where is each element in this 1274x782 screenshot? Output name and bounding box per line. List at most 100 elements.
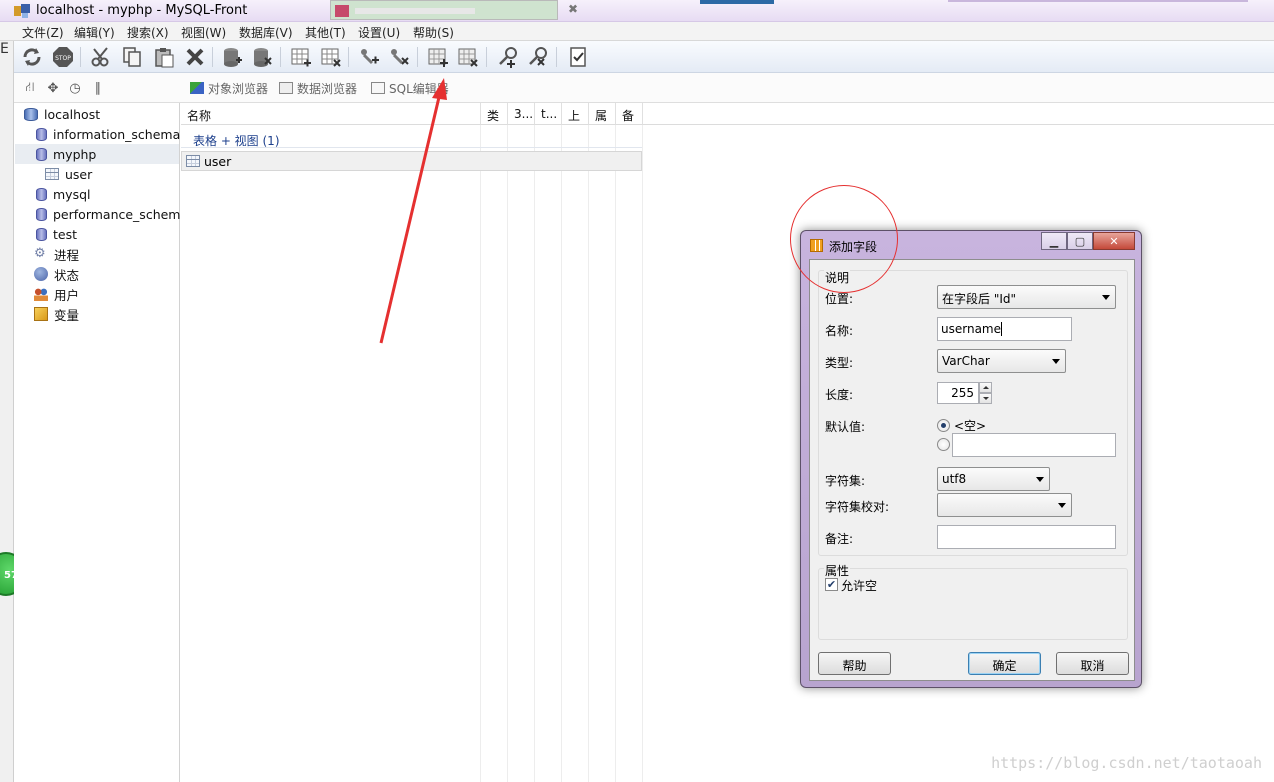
history-icon[interactable]: ◷ (67, 80, 83, 96)
globe-icon (34, 267, 48, 281)
default-value-input[interactable] (952, 433, 1116, 457)
minimize-icon[interactable]: ▁ (1041, 232, 1067, 250)
thumbnail-strip (700, 0, 774, 4)
menu-settings[interactable]: 设置(U) (358, 24, 400, 41)
name-input[interactable]: username (937, 317, 1072, 341)
taskbar-tab-blurred[interactable] (330, 0, 558, 20)
tree-item-users[interactable]: 用户 (34, 284, 79, 304)
spin-up-icon[interactable] (979, 382, 992, 393)
drop-database-icon[interactable] (250, 45, 274, 69)
drop-key-icon[interactable] (526, 45, 550, 69)
list-row-user[interactable]: user (181, 151, 642, 171)
tree-item-label: performance_schema (53, 206, 189, 222)
column-header-type[interactable]: 类 (481, 103, 508, 125)
tree-item-test[interactable]: test (36, 224, 77, 244)
tree-item-processes[interactable]: ⚙ 进程 (34, 244, 79, 264)
menu-bar: 文件(Z) 编辑(Y) 搜索(X) 视图(W) 数据库(V) 其他(T) 设置(… (0, 22, 1274, 41)
delete-icon[interactable] (183, 45, 207, 69)
database-icon (36, 227, 47, 241)
copy-icon[interactable] (120, 45, 144, 69)
tree-item-label: 进程 (54, 247, 80, 263)
help-button[interactable]: 帮助 (818, 652, 891, 675)
column-header-updated[interactable]: 上 (562, 103, 589, 125)
table-icon (186, 155, 200, 167)
menu-other[interactable]: 其他(T) (305, 24, 346, 41)
database-search-icon (36, 207, 47, 221)
tree-item-mysql[interactable]: mysql (36, 184, 91, 204)
ok-button[interactable]: 确定 (968, 652, 1041, 675)
drop-user-icon[interactable] (387, 45, 411, 69)
maximize-icon[interactable]: ▢ (1067, 232, 1093, 250)
allow-null-label: 允许空 (841, 579, 878, 593)
chevron-down-icon (1052, 359, 1060, 364)
column-header-records[interactable]: 3... (508, 103, 535, 125)
menu-file[interactable]: 文件(Z) (22, 24, 64, 41)
position-dropdown[interactable]: 在字段后 "Id" (937, 285, 1116, 309)
data-browser-icon (279, 82, 293, 94)
tree-item-variables[interactable]: 变量 (34, 304, 79, 324)
default-empty-radio[interactable] (937, 419, 950, 432)
tree-item-user-table[interactable]: user (45, 164, 92, 184)
default-custom-radio[interactable] (937, 438, 950, 451)
stop-icon[interactable]: STOP (51, 45, 75, 69)
name-label: 名称: (825, 324, 854, 338)
tree-server-label: localhost (44, 106, 101, 122)
column-header-name[interactable]: 名称 (181, 103, 481, 125)
type-dropdown[interactable]: VarChar (937, 349, 1066, 373)
length-value[interactable]: 255 (937, 382, 979, 404)
add-user-icon[interactable] (357, 45, 381, 69)
chevron-down-icon (1102, 295, 1110, 300)
window-title: localhost - myphp - MySQL-Front (36, 3, 248, 18)
length-stepper[interactable]: 255 (937, 382, 993, 404)
tree-item-status[interactable]: 状态 (34, 264, 79, 284)
column-header-size[interactable]: t... (535, 103, 562, 125)
main-toolbar: STOP (0, 41, 1274, 73)
chevron-down-icon (1036, 477, 1044, 482)
dialog-body: 说明 位置: 在字段后 "Id" 名称: username 类型: VarCha… (809, 259, 1135, 681)
add-table-icon[interactable] (289, 45, 313, 69)
charset-dropdown[interactable]: utf8 (937, 467, 1050, 491)
comment-input[interactable] (937, 525, 1116, 549)
menu-edit[interactable]: 编辑(Y) (74, 24, 115, 41)
type-value: VarChar (942, 354, 990, 368)
menu-help[interactable]: 帮助(S) (413, 24, 454, 41)
tree-toggle-icon[interactable]: ⛙ (22, 80, 38, 96)
database-icon (36, 147, 47, 161)
cancel-button[interactable]: 取消 (1056, 652, 1129, 675)
length-label: 长度: (825, 388, 854, 402)
tree-item-server[interactable]: localhost (24, 104, 100, 124)
collation-dropdown[interactable] (937, 493, 1072, 517)
refresh-icon[interactable] (20, 45, 44, 69)
variables-box-icon (34, 307, 48, 321)
drop-field-icon[interactable] (456, 45, 480, 69)
column-header-comment[interactable]: 备 (616, 103, 643, 125)
tab-data-browser[interactable]: 数据浏览器 (279, 80, 357, 96)
paste-icon[interactable] (152, 45, 176, 69)
column-header-attributes[interactable]: 属 (589, 103, 616, 125)
menu-view[interactable]: 视图(W) (181, 24, 226, 41)
cut-icon[interactable] (89, 45, 113, 69)
drop-table-icon[interactable] (319, 45, 343, 69)
allow-null-checkbox[interactable]: ✔ (825, 578, 838, 591)
tab-sql-editor[interactable]: SQL编辑器 (371, 80, 449, 96)
menu-database[interactable]: 数据库(V) (239, 24, 293, 41)
add-key-icon[interactable] (496, 45, 520, 69)
tree-item-performance-schema[interactable]: performance_schema (36, 204, 188, 224)
sql-history-icon[interactable]: ∥ (90, 80, 106, 96)
tree-item-myphp[interactable]: myphp (15, 144, 179, 164)
tab-object-browser[interactable]: 对象浏览器 (190, 80, 268, 96)
add-database-icon[interactable] (220, 45, 244, 69)
close-icon[interactable]: ✖ (568, 2, 578, 16)
properties-icon[interactable] (566, 45, 590, 69)
database-tree: localhost information_schema myphp user … (14, 103, 188, 782)
bookmark-icon[interactable]: ✥ (45, 80, 61, 96)
users-icon (34, 287, 48, 301)
close-icon[interactable]: ✕ (1093, 232, 1135, 250)
view-toolbar: ⛙ ✥ ◷ ∥ 对象浏览器 数据浏览器 SQL编辑器 (14, 73, 1274, 103)
spin-down-icon[interactable] (979, 393, 992, 404)
tree-item-information-schema[interactable]: information_schema (36, 124, 180, 144)
menu-search[interactable]: 搜索(X) (127, 24, 169, 41)
annotation-circle (790, 185, 898, 293)
add-field-icon[interactable] (426, 45, 450, 69)
charset-label: 字符集: (825, 474, 866, 488)
